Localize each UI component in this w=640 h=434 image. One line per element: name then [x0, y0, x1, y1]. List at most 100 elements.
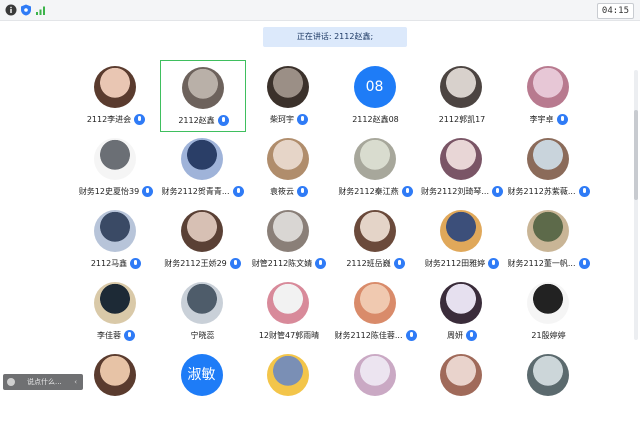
avatar	[440, 138, 482, 180]
participant-tile[interactable]: 财务2112苏紫薇...	[506, 132, 592, 204]
participant-tile[interactable]: 2112马鑫	[73, 204, 159, 276]
participant-label: 袁筱云	[242, 184, 336, 198]
participant-tile[interactable]	[419, 348, 505, 420]
participant-tile[interactable]: 财务2112王娇29	[160, 204, 246, 276]
shield-icon[interactable]	[20, 4, 32, 16]
participant-name: 财务2112秦江燕	[338, 186, 399, 196]
microphone-icon	[134, 113, 146, 125]
participant-name: 财务2112陈佳蓉...	[334, 330, 403, 340]
participant-tile[interactable]	[506, 348, 592, 420]
avatar	[94, 66, 136, 108]
microphone-icon	[130, 257, 142, 269]
participant-label: 2112李进会	[69, 112, 163, 126]
top-toolbar: 04:15	[0, 0, 640, 21]
microphone-icon	[142, 185, 154, 197]
participant-label: 宁晓蕊	[156, 328, 250, 342]
participant-name: 2112李进会	[86, 114, 132, 124]
microphone-icon	[578, 257, 590, 269]
participant-name: 2112郭凯17	[438, 114, 486, 124]
participant-tile[interactable]: 财务2112贺青青...	[160, 132, 246, 204]
participant-name: 李佳蓉	[97, 330, 121, 340]
participant-tile[interactable]	[333, 348, 419, 420]
participant-tile[interactable]: 财务2112刘琦琴...	[419, 132, 505, 204]
signal-icon[interactable]	[35, 4, 47, 16]
participant-tile[interactable]: 财管2112陈文婧	[246, 204, 332, 276]
microphone-icon	[229, 257, 241, 269]
avatar	[267, 354, 309, 396]
participant-label: 李宇卓	[502, 112, 596, 126]
participant-label: 21殷婷婷	[502, 328, 596, 342]
participant-name: 财管2112陈文婧	[251, 258, 313, 268]
avatar	[353, 138, 396, 180]
avatar	[440, 210, 482, 252]
microphone-icon	[315, 257, 327, 269]
avatar	[353, 210, 396, 252]
participant-tile[interactable]: 财务2112田雅婷	[419, 204, 505, 276]
participant-tile[interactable]: 2112班岳巍	[333, 204, 419, 276]
participant-tile[interactable]: 袁筱云	[246, 132, 332, 204]
avatar	[94, 354, 136, 396]
participant-name: 21殷婷婷	[531, 330, 566, 340]
avatar	[440, 66, 482, 108]
participant-tile[interactable]: 12财管47郭雨晴	[246, 276, 332, 348]
participant-tile[interactable]: 2112李进会	[73, 60, 159, 132]
participant-tile[interactable]	[246, 348, 332, 420]
avatar	[180, 138, 223, 180]
scrollbar[interactable]	[634, 70, 638, 340]
microphone-icon	[556, 113, 568, 125]
participant-label: 柴珂宇	[242, 112, 336, 126]
participant-label: 周妍	[415, 328, 509, 342]
participant-tile[interactable]: 柴珂宇	[246, 60, 332, 132]
participant-tile[interactable]: 2112郭凯17	[419, 60, 505, 132]
participant-tile[interactable]: 21殷婷婷	[506, 276, 592, 348]
participant-tile[interactable]: 财务2112陈佳蓉...	[333, 276, 419, 348]
microphone-icon	[297, 113, 308, 125]
participant-label: 财务2112王娇29	[156, 256, 250, 270]
participant-label: 财务2112秦江燕	[329, 184, 423, 198]
participant-label: 财务2112田雅婷	[415, 256, 509, 270]
participant-tile[interactable]: 宁晓蕊	[160, 276, 246, 348]
participant-name: 2112赵鑫08	[352, 114, 399, 124]
participant-tile[interactable]	[73, 348, 159, 420]
avatar	[267, 138, 309, 180]
participant-tile[interactable]: 08 2112赵鑫08	[333, 60, 419, 132]
chat-input[interactable]: 说点什么... ‹	[3, 374, 83, 390]
scrollbar-thumb[interactable]	[634, 110, 638, 200]
participant-tile[interactable]: 财务12史夏怡39	[73, 132, 159, 204]
collapse-chevron-icon[interactable]: ‹	[74, 374, 77, 390]
emoji-icon[interactable]	[7, 378, 15, 386]
participant-tile[interactable]: 周妍	[419, 276, 505, 348]
avatar: 淑敏	[180, 354, 223, 396]
participant-name: 宁晓蕊	[190, 330, 215, 340]
microphone-icon	[297, 185, 308, 197]
participant-tile[interactable]: 李宇卓	[506, 60, 592, 132]
avatar	[94, 282, 136, 324]
participant-name: 财务2112刘琦琴...	[421, 186, 489, 196]
participant-label: 李佳蓉	[69, 328, 163, 342]
avatar	[440, 354, 482, 396]
avatar	[526, 210, 569, 252]
participant-tile[interactable]: 2112赵鑫	[159, 60, 246, 132]
avatar	[526, 138, 569, 180]
avatar	[267, 66, 309, 108]
participant-tile[interactable]: 李佳蓉	[73, 276, 159, 348]
speaking-banner: 正在讲话: 2112赵鑫;	[263, 27, 407, 47]
participant-tile[interactable]: 财务2112董一帆...	[506, 204, 592, 276]
participant-name: 财务2112田雅婷	[424, 258, 486, 268]
avatar	[94, 210, 136, 252]
meeting-timer: 04:15	[596, 3, 634, 19]
participant-label: 财务2112苏紫薇...	[502, 184, 596, 198]
info-icon[interactable]	[5, 4, 17, 16]
participant-name: 12财管47郭雨晴	[258, 330, 320, 340]
participant-tile[interactable]: 淑敏	[160, 348, 246, 420]
participant-label: 2112赵鑫	[157, 113, 251, 127]
participant-tile[interactable]: 财务2112秦江燕	[333, 132, 419, 204]
avatar	[181, 67, 224, 109]
participant-label: 12财管47郭雨晴	[242, 328, 336, 342]
chat-placeholder: 说点什么...	[27, 378, 62, 386]
participant-label: 2112马鑫	[69, 256, 163, 270]
avatar	[526, 282, 569, 324]
participant-name: 财务2112苏紫薇...	[507, 186, 576, 196]
participant-label: 财务2112刘琦琴...	[415, 184, 509, 198]
participant-name: 财务12史夏怡39	[78, 186, 140, 196]
